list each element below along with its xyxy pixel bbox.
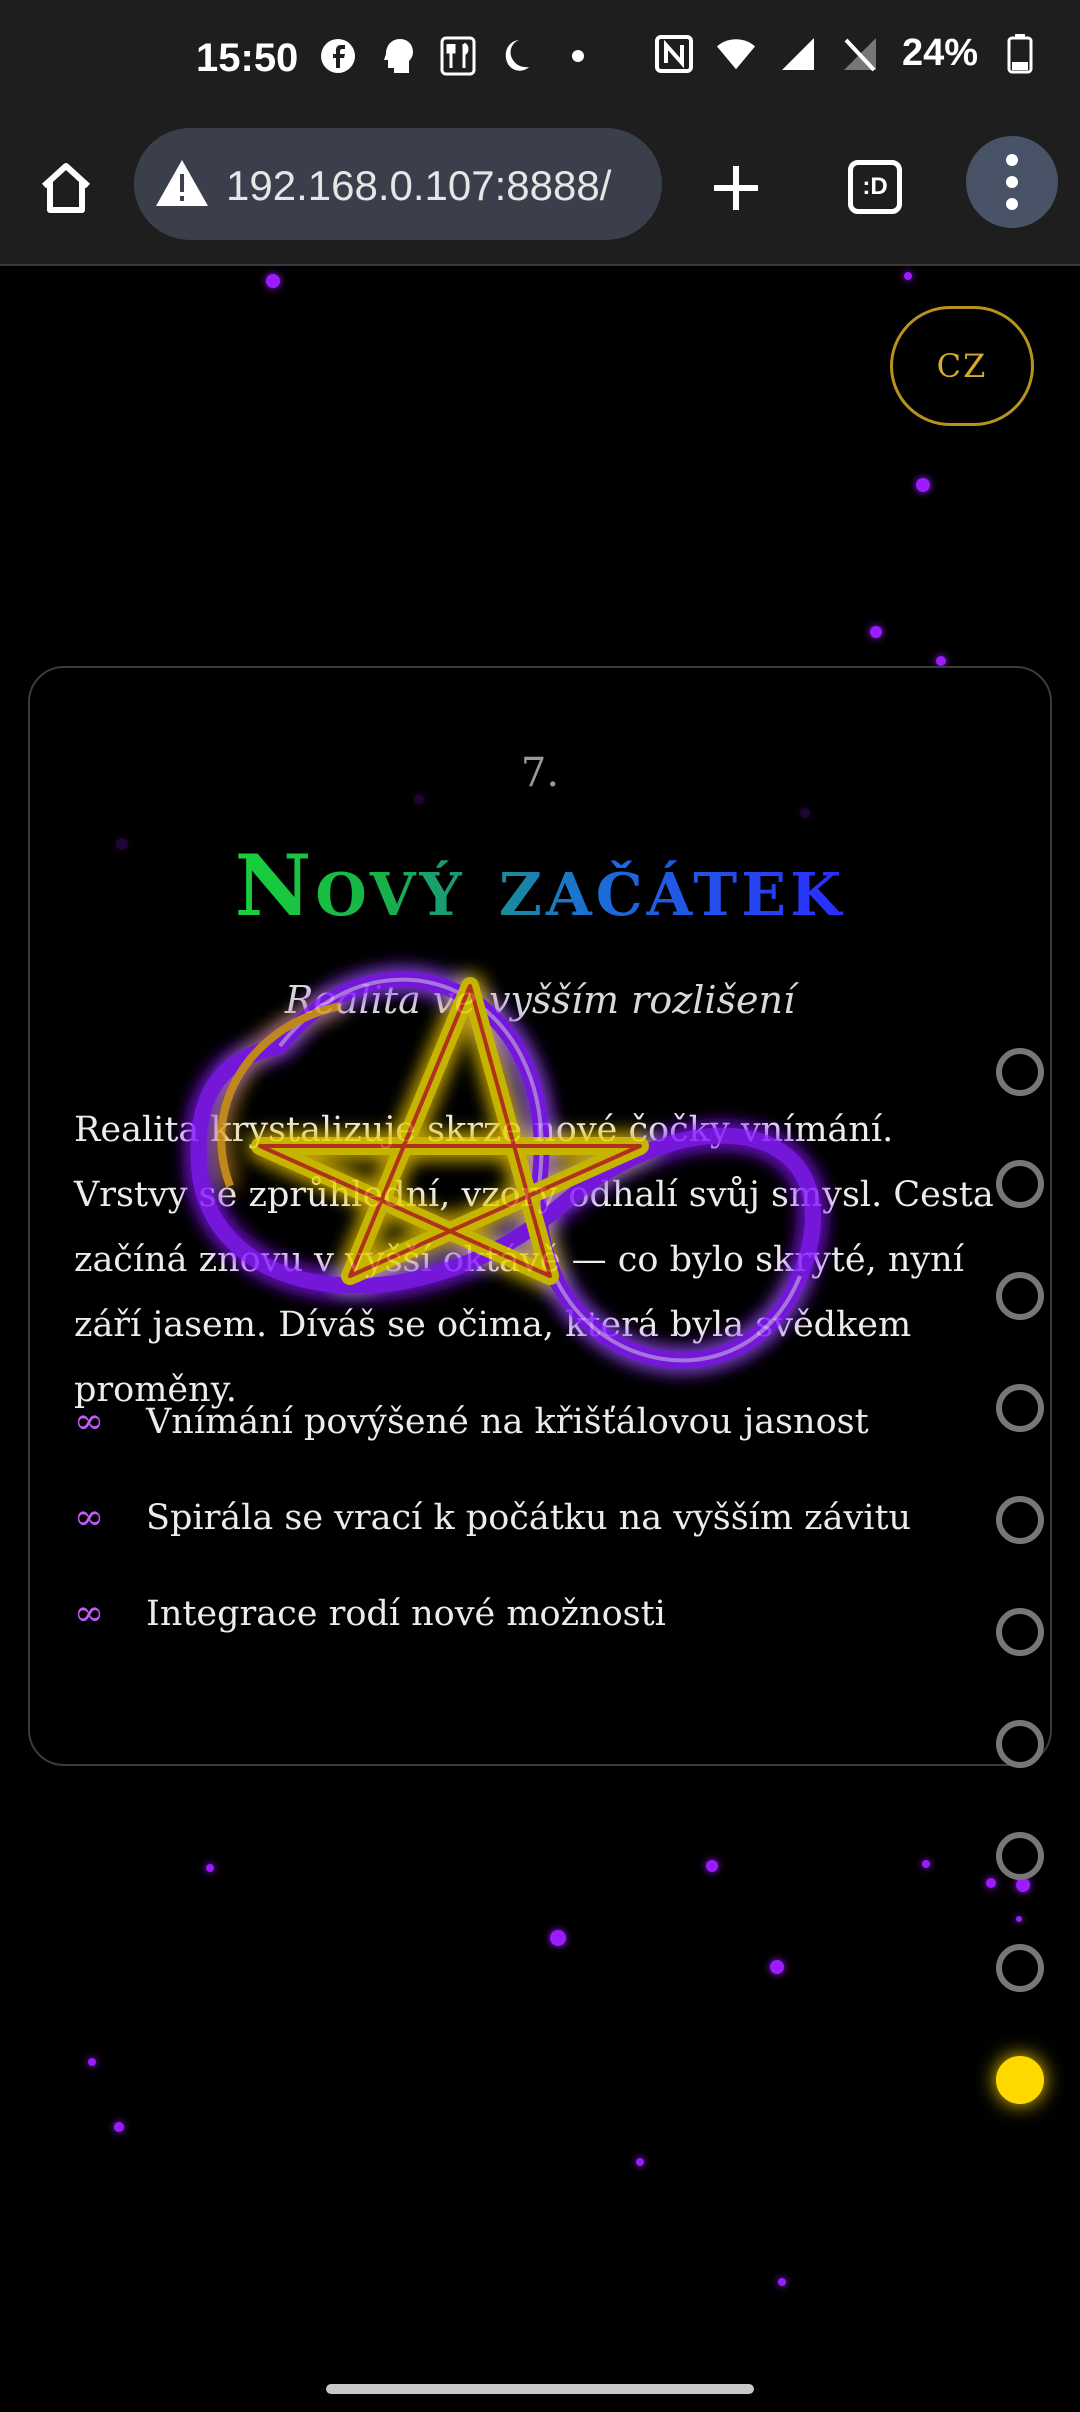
url-text[interactable]: 192.168.0.107:8888/ [226,162,611,210]
particle [936,656,946,666]
nav-dot[interactable] [996,1944,1044,1992]
card-number: 7. [520,750,560,796]
restaurant-icon [438,36,478,76]
gesture-bar[interactable] [326,2384,754,2394]
infinity-icon: ∞ [74,1497,104,1538]
nav-dot-active[interactable] [996,2056,1044,2104]
particle [550,1930,566,1946]
plus-icon[interactable] [704,156,768,220]
particle [114,2122,124,2132]
particle [922,1860,930,1868]
particle [88,2058,96,2066]
nav-dot[interactable] [996,1496,1044,1544]
list-item: ∞ Spirála se vrací k počátku na vyšším zá… [74,1494,994,1590]
card-body-text: Realita krystalizuje skrze nové čočky vn… [74,1110,994,1410]
home-icon[interactable] [34,156,98,220]
status-bar: 15:50 24% [0,0,1080,120]
browser-toolbar: 192.168.0.107:8888/ :D [0,120,1080,266]
particle [986,1878,996,1888]
page-content: CZ 7. Nový začátek Realita ve vyšším roz… [0,266,1080,2412]
battery-icon [1000,33,1040,74]
tabs-icon[interactable]: :D [848,160,902,214]
list-item-text: Vnímání povýšené na křišťálovou jasnost [146,1402,869,1442]
list-item-text: Integrace rodí nové možnosti [146,1594,666,1634]
nav-dot[interactable] [996,1720,1044,1768]
nav-dot[interactable] [996,1160,1044,1208]
status-time: 15:50 [196,36,299,80]
nav-dot[interactable] [996,1272,1044,1320]
card-list: ∞ Vnímání povýšené na křišťálovou jasnost… [74,1398,994,1686]
particle [778,2278,786,2286]
particle [706,1860,718,1872]
wifi-icon [716,34,756,74]
particle [870,626,882,638]
particle [266,274,280,288]
infinity-icon: ∞ [74,1593,104,1634]
stage-card: 7. Nový začátek Realita ve vyšším rozliš… [28,666,1052,1766]
cell-signal-icon [778,34,818,74]
nav-dot[interactable] [996,1832,1044,1880]
nav-dot[interactable] [996,1048,1044,1096]
address-bar[interactable]: 192.168.0.107:8888/ [134,128,662,240]
list-item-text: Spirála se vrací k počátku na vyšším záv… [146,1498,912,1538]
facebook-icon [318,36,358,76]
no-signal-icon [840,34,880,74]
particle [1016,1878,1030,1892]
particle [770,1960,784,1974]
warning-icon[interactable] [154,158,210,208]
particle [206,1864,214,1872]
nav-dot[interactable] [996,1384,1044,1432]
infinity-icon: ∞ [74,1401,104,1442]
list-item: ∞ Integrace rodí nové možnosti [74,1590,994,1686]
moon-icon [498,36,538,76]
dot-icon [558,36,598,76]
nav-dot[interactable] [996,1608,1044,1656]
particle [1016,1916,1022,1922]
nfc-icon [654,34,694,74]
card-subtitle: Realita ve vyšším rozlišení [284,978,796,1022]
particle [904,272,912,280]
more-vert-icon[interactable] [966,136,1058,228]
head-icon [378,36,418,76]
language-button[interactable]: CZ [890,306,1034,426]
battery-level: 24% [901,32,978,74]
particle [916,478,930,492]
card-title: Nový začátek [30,836,1050,935]
particle [636,2158,644,2166]
list-item: ∞ Vnímání povýšené na křišťálovou jasnost [74,1398,994,1494]
